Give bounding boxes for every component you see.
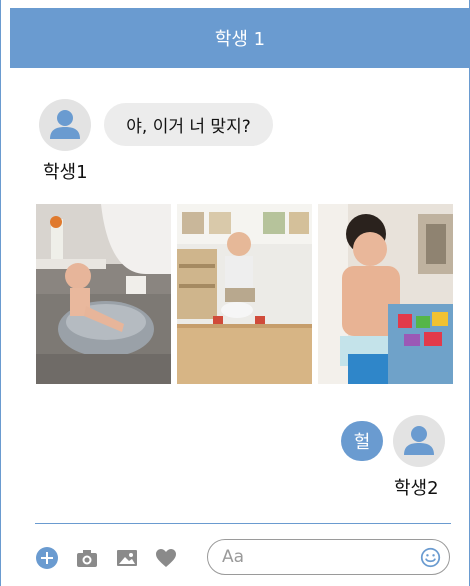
person-icon (404, 426, 434, 455)
avatar-student2[interactable] (393, 415, 445, 467)
gallery-icon[interactable] (115, 546, 139, 570)
camera-icon[interactable] (75, 546, 99, 570)
photo-child-potty[interactable] (177, 204, 312, 384)
chat-title: 학생 1 (214, 29, 266, 50)
message-input-box[interactable] (207, 539, 450, 575)
message-input[interactable] (222, 544, 402, 570)
composer-divider (35, 523, 451, 524)
heart-icon[interactable] (154, 546, 178, 570)
photo-child-bath[interactable] (36, 204, 171, 384)
avatar-student1[interactable] (39, 99, 91, 151)
message-bubble-outgoing[interactable]: 헐 (341, 421, 383, 461)
message-text: 헐 (353, 432, 371, 453)
emoji-icon[interactable] (420, 547, 441, 568)
message-bubble-incoming[interactable]: 야, 이거 너 맞지? (104, 103, 273, 146)
photo-child-toy[interactable] (318, 204, 453, 384)
sender-name: 학생1 (43, 162, 88, 183)
chat-window: 학생 1 야, 이거 너 맞지? 학생1 헐 학생2 Aa (0, 0, 470, 586)
plus-circle-icon[interactable] (35, 546, 59, 570)
sender-name: 학생2 (394, 478, 439, 499)
message-text: 야, 이거 너 맞지? (126, 117, 251, 137)
chat-header: 학생 1 (10, 8, 470, 68)
person-icon (50, 110, 80, 139)
